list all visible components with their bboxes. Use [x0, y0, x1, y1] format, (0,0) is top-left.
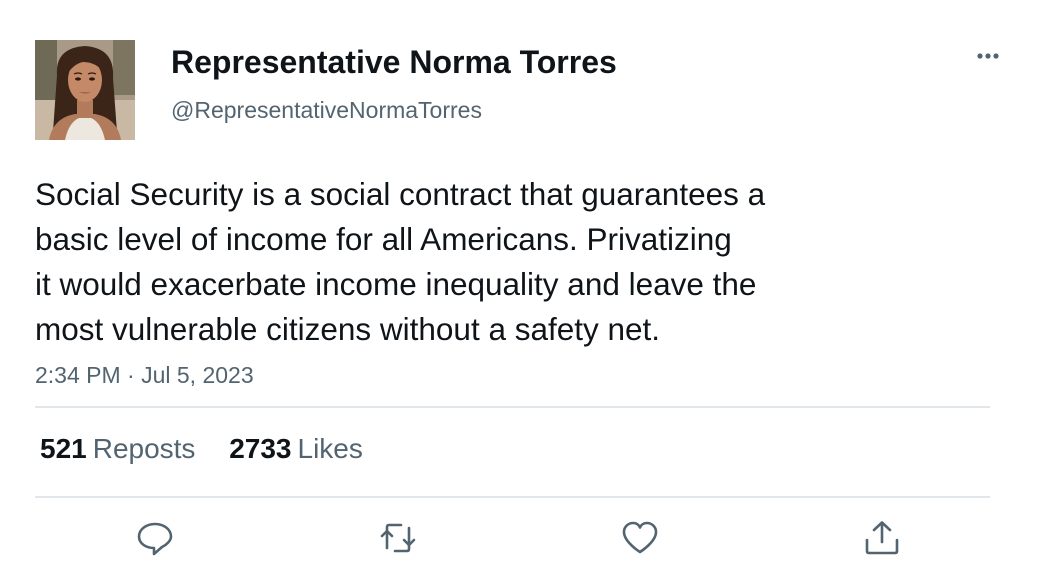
heart-icon — [622, 521, 658, 554]
engagement-stats: 521 Reposts 2733 Likes — [40, 433, 389, 465]
likes-stat[interactable]: 2733 Likes — [229, 433, 363, 465]
reply-button[interactable] — [135, 518, 175, 558]
tweet-text-line: most vulnerable citizens without a safet… — [35, 311, 661, 347]
tweet-text-line: Social Security is a social contract tha… — [35, 176, 766, 212]
divider — [35, 406, 990, 408]
more-options-icon — [977, 53, 999, 59]
author-handle[interactable]: @RepresentativeNormaTorres — [171, 97, 482, 124]
tweet-text: Social Security is a social contract tha… — [35, 172, 915, 352]
reply-icon — [137, 522, 173, 556]
repost-button[interactable] — [378, 518, 418, 558]
tweet-text-line: it would exacerbate income inequality an… — [35, 266, 757, 302]
reposts-stat[interactable]: 521 Reposts — [40, 433, 195, 465]
tweet-timestamp[interactable]: 2:34 PM · Jul 5, 2023 — [35, 362, 254, 389]
author-display-name[interactable]: Representative Norma Torres — [171, 44, 617, 81]
like-button[interactable] — [620, 518, 660, 558]
tweet-text-line: basic level of income for all Americans.… — [35, 221, 732, 257]
tweet-card: Representative Norma Torres @Representat… — [0, 0, 1050, 570]
likes-count: 2733 — [229, 433, 292, 464]
profile-photo-icon — [35, 40, 135, 140]
share-button[interactable] — [862, 518, 902, 558]
reposts-label: Reposts — [92, 433, 196, 464]
more-options-button[interactable] — [968, 40, 1008, 70]
share-icon — [865, 521, 899, 555]
repost-icon — [380, 523, 416, 553]
divider — [35, 496, 990, 498]
reposts-count: 521 — [40, 433, 87, 464]
likes-label: Likes — [297, 433, 363, 464]
avatar[interactable] — [35, 40, 135, 140]
